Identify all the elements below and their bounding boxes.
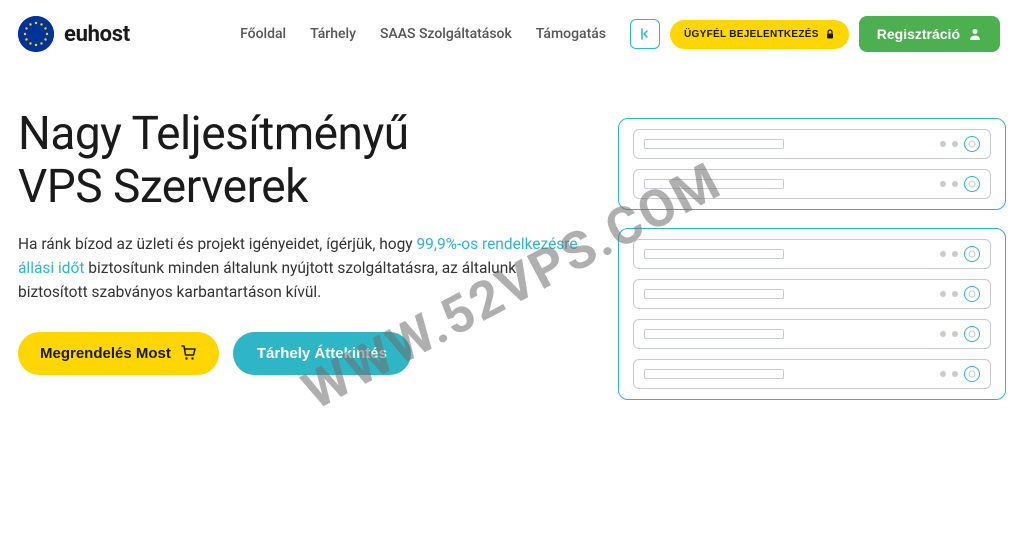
server-unit — [633, 319, 991, 349]
cart-icon — [181, 345, 197, 361]
nav-saas[interactable]: SAAS Szolgáltatások — [380, 26, 512, 42]
server-illustration — [618, 108, 1006, 400]
hero-title: Nagy Teljesítményű VPS Szerverek — [18, 108, 578, 214]
power-icon — [964, 366, 980, 382]
login-button[interactable]: ÜGYFÉL BEJELENTKEZÉS — [670, 20, 849, 49]
power-icon — [964, 246, 980, 262]
eu-flag-icon — [18, 16, 54, 52]
nav-support[interactable]: Támogatás — [536, 26, 606, 42]
hero-title-line1: Nagy Teljesítményű — [18, 107, 409, 161]
nav-home[interactable]: Főoldal — [240, 26, 286, 42]
nav-hosting[interactable]: Tárhely — [310, 26, 356, 42]
sidebar-toggle-button[interactable] — [630, 19, 660, 49]
register-label: Regisztráció — [877, 26, 960, 42]
server-unit — [633, 129, 991, 159]
server-unit — [633, 359, 991, 389]
server-unit — [633, 169, 991, 199]
user-icon — [968, 27, 982, 41]
hero-desc-suffix: biztosítunk minden általunk nyújtott szo… — [18, 259, 516, 301]
order-now-button[interactable]: Megrendelés Most — [18, 332, 219, 375]
hero-desc-prefix: Ha ránk bízod az üzleti és projekt igény… — [18, 235, 416, 253]
brand-name: euhost — [64, 22, 130, 47]
nav-actions: ÜGYFÉL BEJELENTKEZÉS Regisztráció — [630, 16, 1000, 52]
hero-description: Ha ránk bízod az üzleti és projekt igény… — [18, 232, 578, 304]
server-rack-small — [618, 118, 1006, 210]
server-rack-large — [618, 228, 1006, 400]
power-icon — [964, 286, 980, 302]
server-unit — [633, 279, 991, 309]
order-now-label: Megrendelés Most — [40, 345, 171, 362]
power-icon — [964, 326, 980, 342]
main-nav: Főoldal Tárhely SAAS Szolgáltatások Támo… — [240, 16, 1000, 52]
hosting-overview-button[interactable]: Tárhely Áttekintés — [233, 332, 411, 375]
hero-content: Nagy Teljesítményű VPS Szerverek Ha ránk… — [18, 108, 578, 400]
server-unit — [633, 239, 991, 269]
login-label: ÜGYFÉL BEJELENTKEZÉS — [684, 29, 819, 40]
hosting-overview-label: Tárhely Áttekintés — [257, 345, 387, 362]
hero-section: Nagy Teljesítményű VPS Szerverek Ha ránk… — [0, 68, 1024, 400]
hero-cta-row: Megrendelés Most Tárhely Áttekintés — [18, 332, 578, 375]
header: euhost Főoldal Tárhely SAAS Szolgáltatás… — [0, 0, 1024, 68]
power-icon — [964, 176, 980, 192]
lock-icon — [825, 29, 835, 39]
panel-collapse-icon — [638, 27, 652, 41]
hero-title-line2: VPS Szerverek — [18, 160, 308, 214]
power-icon — [964, 136, 980, 152]
logo[interactable]: euhost — [18, 16, 130, 52]
register-button[interactable]: Regisztráció — [859, 16, 1000, 52]
